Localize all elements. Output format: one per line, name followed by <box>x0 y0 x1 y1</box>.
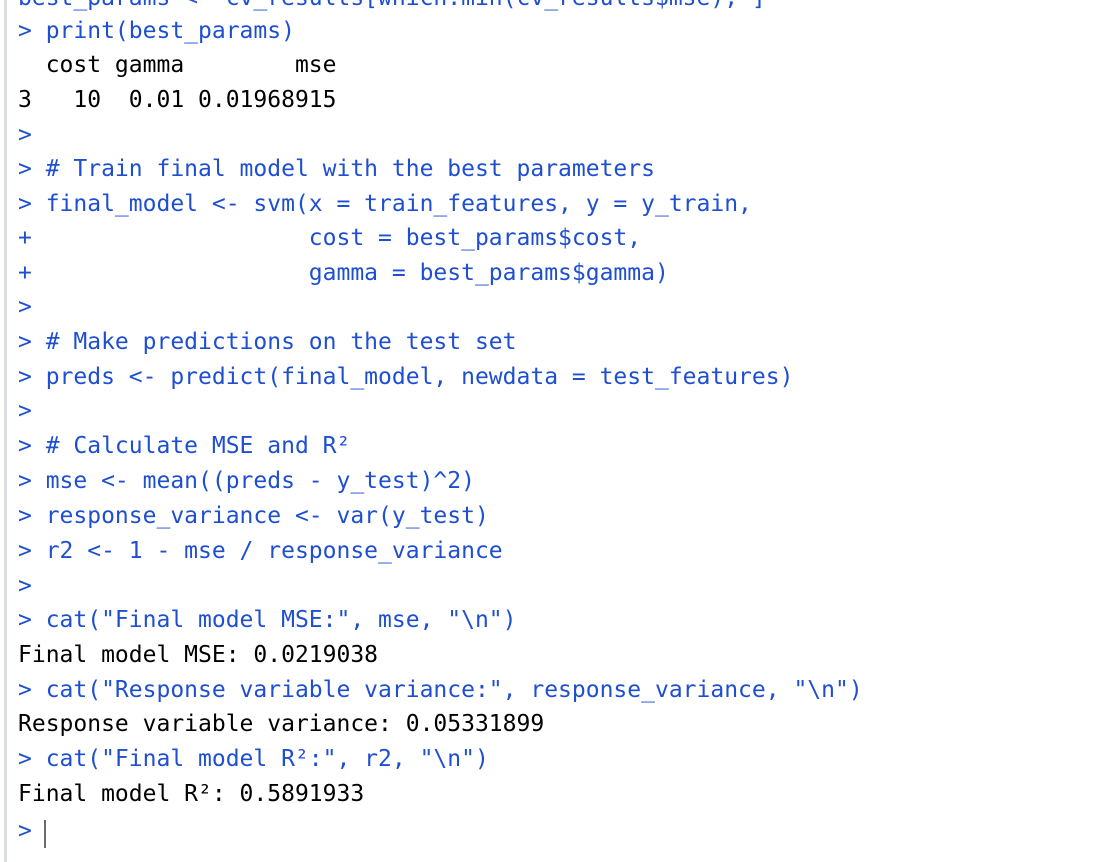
console-gutter <box>4 0 7 862</box>
console-input-line: > # Make predictions on the test set <box>18 329 517 355</box>
text-cursor <box>44 820 46 848</box>
console-output-line: Response variable variance: 0.05331899 <box>18 711 545 737</box>
console-input-line: > print(best_params) <box>18 18 295 44</box>
console-continuation-line: + gamma = best_params$gamma) <box>18 260 669 286</box>
console-output-line: Final model MSE: 0.0219038 <box>18 642 379 668</box>
console-continuation-line: + cost = best_params$cost, <box>18 225 642 251</box>
console-prompt-line: > <box>18 122 32 148</box>
console-input-line: best_params <- cv_results[which.min(cv_r… <box>18 0 766 15</box>
console-input-line: > cat("Response variable variance:", res… <box>18 677 863 703</box>
console-input-line: > preds <- predict(final_model, newdata … <box>18 364 794 390</box>
r-console[interactable]: best_params <- cv_results[which.min(cv_r… <box>0 0 1116 862</box>
console-input-line: > cat("Final model MSE:", mse, "\n") <box>18 607 517 633</box>
console-input-line: > # Train final model with the best para… <box>18 156 655 182</box>
console-active-prompt[interactable]: > <box>18 814 32 848</box>
console-input-line: > # Calculate MSE and R² <box>18 433 351 459</box>
console-input-line: > response_variance <- var(y_test) <box>18 503 489 529</box>
console-prompt-line: > <box>18 294 32 320</box>
console-output-line: 3 10 0.01 0.01968915 <box>18 87 337 113</box>
console-input-line: > mse <- mean((preds - y_test)^2) <box>18 468 475 494</box>
console-prompt-line: > <box>18 398 32 424</box>
console-input-line: > r2 <- 1 - mse / response_variance <box>18 538 503 564</box>
console-input-line: > cat("Final model R²:", r2, "\n") <box>18 746 489 772</box>
console-prompt-line: > <box>18 573 32 599</box>
console-output-line: Final model R²: 0.5891933 <box>18 781 365 807</box>
console-output-line: cost gamma mse <box>18 52 337 78</box>
console-input-line: > final_model <- svm(x = train_features,… <box>18 191 752 217</box>
